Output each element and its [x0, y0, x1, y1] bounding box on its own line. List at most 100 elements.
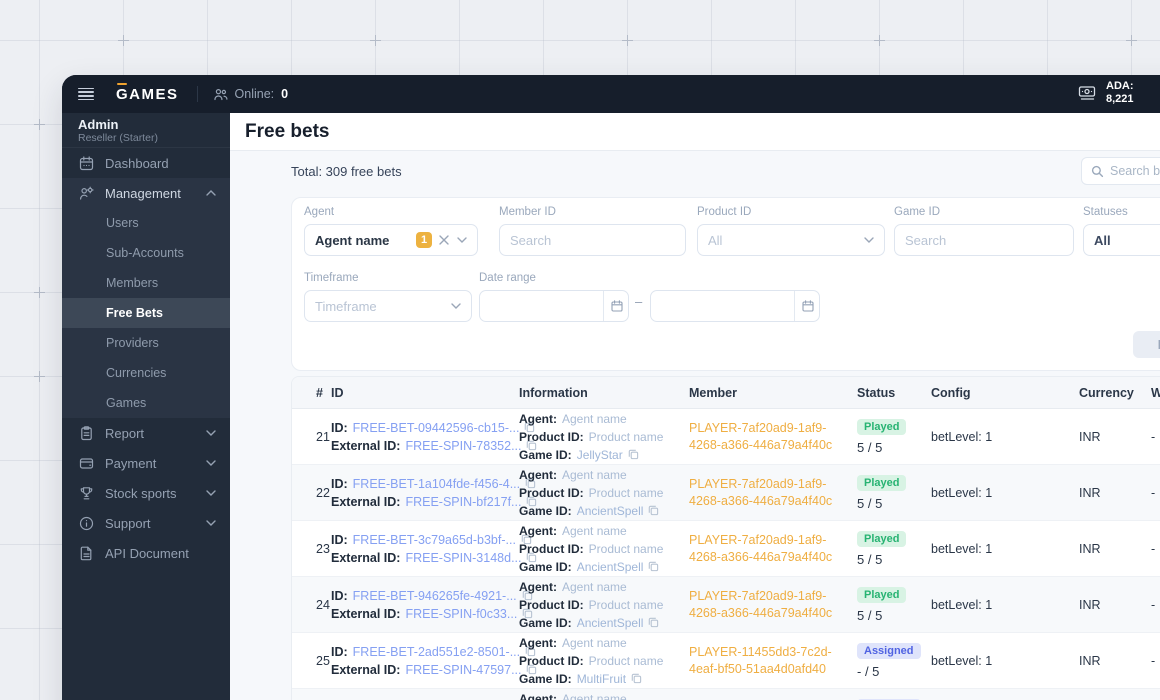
balance-value: 8,221 [1106, 93, 1134, 105]
member-link[interactable]: PLAYER-7af20ad9-1af9-4268-a366-446a79a4f… [689, 476, 857, 510]
sidebar-item-free-bets[interactable]: Free Bets [62, 298, 230, 328]
table-row: 24 ID: FREE-BET-946265fe-4921-... Extern… [292, 577, 1160, 633]
admin-name: Admin [78, 117, 119, 132]
grid-plus-mark [34, 119, 45, 130]
win-amount-value: - [1151, 597, 1156, 612]
calendar-icon[interactable] [603, 291, 628, 321]
filter-panel: Agent Agent name 1 Member ID Search Prod… [291, 197, 1160, 371]
grid-plus-mark [34, 287, 45, 298]
product-id-select[interactable]: All [697, 224, 885, 256]
product-value: Product name [588, 541, 664, 556]
external-id-link[interactable]: FREE-SPIN-f0c33... [405, 605, 517, 623]
content-body: Total: 309 free bets Search by ID Agent … [230, 151, 1160, 700]
external-id-link[interactable]: FREE-SPIN-3148d... [405, 549, 521, 567]
sidebar-item-currencies[interactable]: Currencies [62, 358, 230, 388]
col-header-win-amount: Win amount [1151, 386, 1160, 400]
sidebar-item-report[interactable]: Report [62, 418, 230, 448]
table-body: 21 ID: FREE-BET-09442596-cb15-... Extern… [292, 409, 1160, 700]
free-bet-id-link[interactable]: FREE-BET-09442596-cb15-... [353, 419, 520, 437]
agent-line: Agent: Agent name [519, 411, 627, 426]
agent-line: Agent: Agent name [519, 467, 627, 482]
external-id-link[interactable]: FREE-SPIN-47597... [405, 661, 521, 679]
timeframe-select[interactable]: Timeframe [304, 290, 472, 322]
clear-icon[interactable] [439, 235, 449, 245]
free-bet-id-link[interactable]: FREE-BET-2ad551e2-8501-... [353, 643, 520, 661]
product-id-value: All [708, 232, 723, 248]
online-counter: Online: 0 [213, 87, 288, 101]
sidebar-item-games[interactable]: Games [62, 388, 230, 418]
copy-icon[interactable] [648, 617, 659, 628]
admin-profile: Admin Reseller (Starter) [62, 113, 230, 148]
search-input[interactable]: Search by ID [1081, 157, 1160, 185]
copy-icon[interactable] [648, 561, 659, 572]
agent-select-value: Agent name [315, 232, 390, 248]
id-line: ID: FREE-BET-3c79a65d-b3bf-... [331, 531, 532, 549]
game-id-placeholder: Search [905, 232, 947, 248]
free-bet-id-link[interactable]: FREE-BET-3c79a65d-b3bf-... [353, 531, 516, 549]
free-bet-id-link[interactable]: FREE-BET-946265fe-4921-... [353, 587, 517, 605]
sidebar-item-label: Management [105, 185, 181, 201]
online-label: Online: [234, 87, 275, 101]
chevron-up-icon [206, 190, 216, 196]
sidebar-item-stock-sports[interactable]: Stock sports [62, 478, 230, 508]
sidebar-item-providers[interactable]: Providers [62, 328, 230, 358]
agent-select[interactable]: Agent name 1 [304, 224, 478, 256]
external-id-line: External ID: FREE-SPIN-bf217f... [331, 493, 537, 511]
game-id-input[interactable]: Search [894, 224, 1074, 256]
member-link[interactable]: PLAYER-7af20ad9-1af9-4268-a366-446a79a4f… [689, 532, 857, 566]
sidebar-item-api-document[interactable]: API Document [62, 538, 230, 568]
sidebar-item-payment[interactable]: Payment [62, 448, 230, 478]
copy-icon[interactable] [648, 505, 659, 516]
member-id-input[interactable]: Search [499, 224, 686, 256]
product-line: Product ID: Product name [519, 485, 664, 500]
sidebar-item-label: Support [105, 515, 151, 531]
agent-line: Agent: Agent name [519, 635, 627, 650]
agent-value: Agent name [562, 523, 627, 538]
config-value: betLevel: 1 [931, 653, 993, 668]
row-number: 21 [316, 429, 330, 444]
statuses-value: All [1094, 232, 1111, 248]
copy-icon[interactable] [628, 449, 639, 460]
free-bet-id-link[interactable]: FREE-BET-1a104fde-f456-4... [353, 475, 520, 493]
external-id-line: External ID: FREE-SPIN-47597... [331, 661, 537, 679]
sidebar-item-members[interactable]: Members [62, 268, 230, 298]
agent-value: Agent name [562, 467, 627, 482]
statuses-select[interactable]: All [1083, 224, 1160, 256]
agent-line: Agent: Agent name [519, 690, 689, 700]
copy-icon[interactable] [631, 673, 642, 684]
external-id-link[interactable]: FREE-SPIN-78352... [405, 437, 521, 455]
game-value[interactable]: AncientSpell [577, 558, 644, 576]
table-row: 25 ID: FREE-BET-2ad551e2-8501-... Extern… [292, 633, 1160, 689]
date-from-input[interactable] [479, 290, 629, 322]
sidebar-item-sub-accounts[interactable]: Sub-Accounts [62, 238, 230, 268]
sidebar-item-management[interactable]: Management [62, 178, 230, 208]
filter-button[interactable]: Filter [1133, 331, 1160, 358]
status-progress: 5 / 5 [857, 607, 883, 623]
sidebar-item-label: Payment [105, 455, 157, 471]
external-id-link[interactable]: FREE-SPIN-bf217f... [405, 493, 521, 511]
grid-plus-mark [622, 35, 633, 46]
sidebar-item-dashboard[interactable]: Dashboard [62, 148, 230, 178]
hamburger-menu-icon[interactable] [78, 87, 94, 101]
game-value[interactable]: MultiFruit [577, 670, 626, 688]
date-range-separator: – [635, 294, 643, 309]
game-value[interactable]: JellyStar [577, 446, 623, 464]
game-value[interactable]: AncientSpell [577, 614, 644, 632]
currency-value: INR [1079, 653, 1101, 668]
admin-role: Reseller (Starter) [78, 132, 158, 144]
sidebar-item-support[interactable]: Support [62, 508, 230, 538]
sidebar-item-label: API Document [105, 545, 189, 561]
member-link[interactable]: PLAYER-7af20ad9-1af9-4268-a366-446a79a4f… [689, 420, 857, 454]
product-id-filter-label: Product ID [697, 206, 752, 218]
member-link[interactable]: PLAYER-7af20ad9-1af9-4268-a366-446a79a4f… [689, 588, 857, 622]
win-amount-value: - [1151, 653, 1156, 668]
product-value: Product name [588, 653, 664, 668]
member-link[interactable]: PLAYER-11455dd3-7c2d-4eaf-bf50-51aa4d0af… [689, 644, 857, 678]
agent-line: Agent: Agent name [519, 523, 627, 538]
date-to-input[interactable] [650, 290, 820, 322]
game-value[interactable]: AncientSpell [577, 502, 644, 520]
chevron-down-icon [206, 490, 216, 496]
sidebar-item-users[interactable]: Users [62, 208, 230, 238]
calendar-icon[interactable] [794, 291, 819, 321]
row-number: 22 [316, 485, 330, 500]
